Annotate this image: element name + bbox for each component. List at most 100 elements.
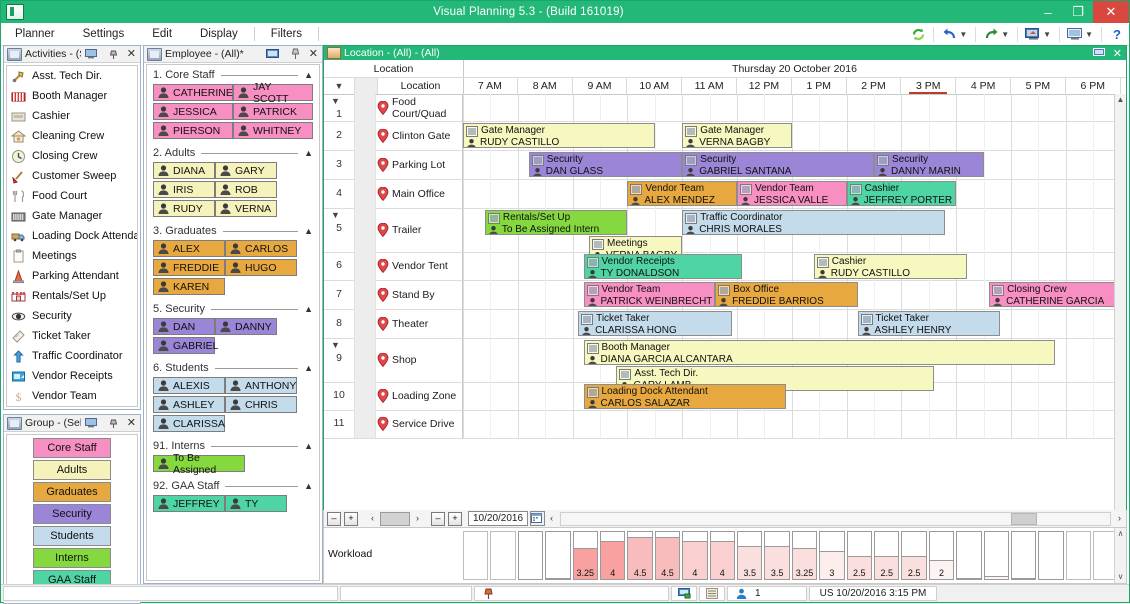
- group-screen-icon[interactable]: [81, 414, 101, 432]
- section-header[interactable]: 1. Core Staff ▲: [153, 69, 313, 81]
- status-screen-icon-segment[interactable]: [671, 586, 697, 601]
- location-name-cell[interactable]: Loading Zone: [376, 382, 463, 410]
- employee-chip[interactable]: KAREN: [153, 278, 225, 295]
- zoom-in-button[interactable]: +: [344, 512, 358, 526]
- schedule-task-bar[interactable]: Rentals/Set UpTo Be Assigned Intern: [485, 210, 627, 235]
- group-pin-icon[interactable]: [104, 414, 124, 432]
- activity-item[interactable]: Asst. Tech Dir.: [7, 66, 137, 86]
- location-name-cell[interactable]: Food Court/Quad: [376, 94, 463, 121]
- schedule-close-icon[interactable]: ✕: [1113, 47, 1122, 60]
- employee-chip[interactable]: ALEX: [153, 240, 225, 257]
- workload-scrollbar[interactable]: ∧ ∨: [1114, 528, 1126, 583]
- zoom-out-button[interactable]: –: [327, 512, 341, 526]
- redo-dropdown-caret[interactable]: ▼: [1001, 30, 1012, 39]
- undo-dropdown-caret[interactable]: ▼: [959, 30, 970, 39]
- schedule-task-bar[interactable]: CashierRUDY CASTILLO: [814, 254, 967, 279]
- group-item-graduates[interactable]: Graduates: [33, 482, 111, 502]
- row-time-area[interactable]: [463, 410, 1126, 438]
- horizontal-scroll-thumb[interactable]: [1011, 513, 1037, 525]
- scroll-up-arrow[interactable]: ▲: [1115, 94, 1126, 106]
- activity-item[interactable]: Ticket Taker: [7, 326, 137, 346]
- employee-chip[interactable]: JAY SCOTT: [233, 84, 313, 101]
- employee-chip[interactable]: GARY: [215, 162, 277, 179]
- chevron-up-icon[interactable]: ▲: [304, 481, 313, 491]
- horizontal-scrollbar[interactable]: [560, 512, 1111, 526]
- chevron-up-icon[interactable]: ▲: [304, 148, 313, 158]
- activity-item[interactable]: Customer Sweep: [7, 166, 137, 186]
- row-time-area[interactable]: [463, 94, 1126, 121]
- group-list[interactable]: Core Staff Adults Graduates Security Stu…: [6, 434, 138, 601]
- schedule-task-bar[interactable]: Vendor TeamJESSICA VALLE: [737, 181, 847, 206]
- date-input[interactable]: 10/20/2016: [468, 511, 528, 526]
- group-item-interns[interactable]: Interns: [33, 548, 111, 568]
- group-close-icon[interactable]: ✕: [127, 418, 136, 429]
- activity-item[interactable]: Gate Manager: [7, 206, 137, 226]
- close-button[interactable]: ✕: [1093, 1, 1129, 23]
- schedule-task-bar[interactable]: Closing CrewCATHERINE GARCIA: [989, 282, 1121, 307]
- schedule-task-bar[interactable]: SecurityDAN GLASS: [529, 152, 682, 177]
- employee-chip[interactable]: FREDDIE: [153, 259, 225, 276]
- section-header[interactable]: 3. Graduates ▲: [153, 225, 313, 237]
- employee-chip[interactable]: PATRICK: [233, 103, 313, 120]
- schedule-task-bar[interactable]: Gate ManagerVERNA BAGBY: [682, 123, 792, 148]
- activity-item[interactable]: Booth Manager: [7, 86, 137, 106]
- menu-edit[interactable]: Edit: [138, 23, 186, 45]
- row-height-minus-button[interactable]: –: [431, 512, 445, 526]
- employee-chip[interactable]: JEFFREY: [153, 495, 225, 512]
- page-slider[interactable]: [380, 512, 410, 526]
- schedule-task-bar[interactable]: Box OfficeFREDDIE BARRIOS: [715, 282, 857, 307]
- help-icon[interactable]: ?: [1107, 25, 1127, 43]
- network-icon[interactable]: [703, 585, 721, 603]
- activities-close-icon[interactable]: ✕: [127, 49, 136, 60]
- refresh-icon[interactable]: [908, 25, 928, 43]
- redo-icon[interactable]: [981, 25, 1001, 43]
- chevron-up-icon[interactable]: ▲: [304, 226, 313, 236]
- activity-item[interactable]: Parking Attendant: [7, 266, 137, 286]
- schedule-task-bar[interactable]: Loading Dock AttendantCARLOS SALAZAR: [584, 384, 787, 409]
- section-header[interactable]: 92. GAA Staff ▲: [153, 480, 313, 492]
- activities-list[interactable]: Asst. Tech Dir. Booth Manager Cashier Cl…: [6, 65, 138, 407]
- hour-cell[interactable]: 7 AM: [463, 78, 518, 94]
- schedule-task-bar[interactable]: Vendor ReceiptsTY DONALDSON: [584, 254, 743, 279]
- activities-pin-icon[interactable]: [104, 45, 124, 63]
- hour-cell[interactable]: 12 PM: [737, 78, 792, 94]
- menu-settings[interactable]: Settings: [69, 23, 139, 45]
- chevron-up-icon[interactable]: ▲: [304, 441, 313, 451]
- chevron-up-icon[interactable]: ▲: [304, 304, 313, 314]
- hour-cell[interactable]: 5 PM: [1011, 78, 1066, 94]
- hour-cell[interactable]: 9 AM: [573, 78, 628, 94]
- restore-button[interactable]: ❐: [1063, 1, 1093, 23]
- employee-chip[interactable]: TY: [225, 495, 287, 512]
- undo-icon[interactable]: [939, 25, 959, 43]
- schedule-task-bar[interactable]: Ticket TakerCLARISSA HONG: [578, 311, 731, 336]
- location-name-cell[interactable]: Stand By: [376, 280, 463, 309]
- employee-chip[interactable]: WHITNEY: [233, 122, 313, 139]
- screen-dropdown-caret[interactable]: ▼: [1085, 30, 1096, 39]
- workload-scroll-down[interactable]: ∨: [1115, 571, 1126, 583]
- schedule-task-bar[interactable]: Gate ManagerRUDY CASTILLO: [463, 123, 655, 148]
- employee-close-icon[interactable]: ✕: [309, 49, 318, 60]
- location-name-cell[interactable]: Shop: [376, 338, 463, 382]
- location-name-cell[interactable]: Service Drive: [376, 410, 463, 438]
- activity-item[interactable]: Cleaning Crew: [7, 126, 137, 146]
- employee-chip[interactable]: HUGO: [225, 259, 297, 276]
- row-time-area[interactable]: [463, 252, 1126, 280]
- activity-item[interactable]: Security: [7, 306, 137, 326]
- group-item-students[interactable]: Students: [33, 526, 111, 546]
- workload-scroll-up[interactable]: ∧: [1115, 528, 1126, 540]
- activity-item[interactable]: Meetings: [7, 246, 137, 266]
- activity-item[interactable]: Vendor Receipts: [7, 366, 137, 386]
- hour-cell[interactable]: 8 AM: [518, 78, 573, 94]
- location-name-cell[interactable]: Trailer: [376, 208, 463, 252]
- activity-item[interactable]: Closing Crew: [7, 146, 137, 166]
- activity-item[interactable]: Loading Dock Attendant: [7, 226, 137, 246]
- employee-chip[interactable]: ALEXIS: [153, 377, 225, 394]
- employee-chip[interactable]: CHRIS: [225, 396, 297, 413]
- section-header[interactable]: 5. Security ▲: [153, 303, 313, 315]
- activity-item[interactable]: $ Vendor Team: [7, 386, 137, 406]
- hour-cell[interactable]: 3 PM: [901, 78, 956, 94]
- employee-chip[interactable]: VERNA: [215, 200, 277, 217]
- section-header[interactable]: 2. Adults ▲: [153, 147, 313, 159]
- chevron-up-icon[interactable]: ▲: [304, 363, 313, 373]
- activities-screen-icon[interactable]: [81, 45, 101, 63]
